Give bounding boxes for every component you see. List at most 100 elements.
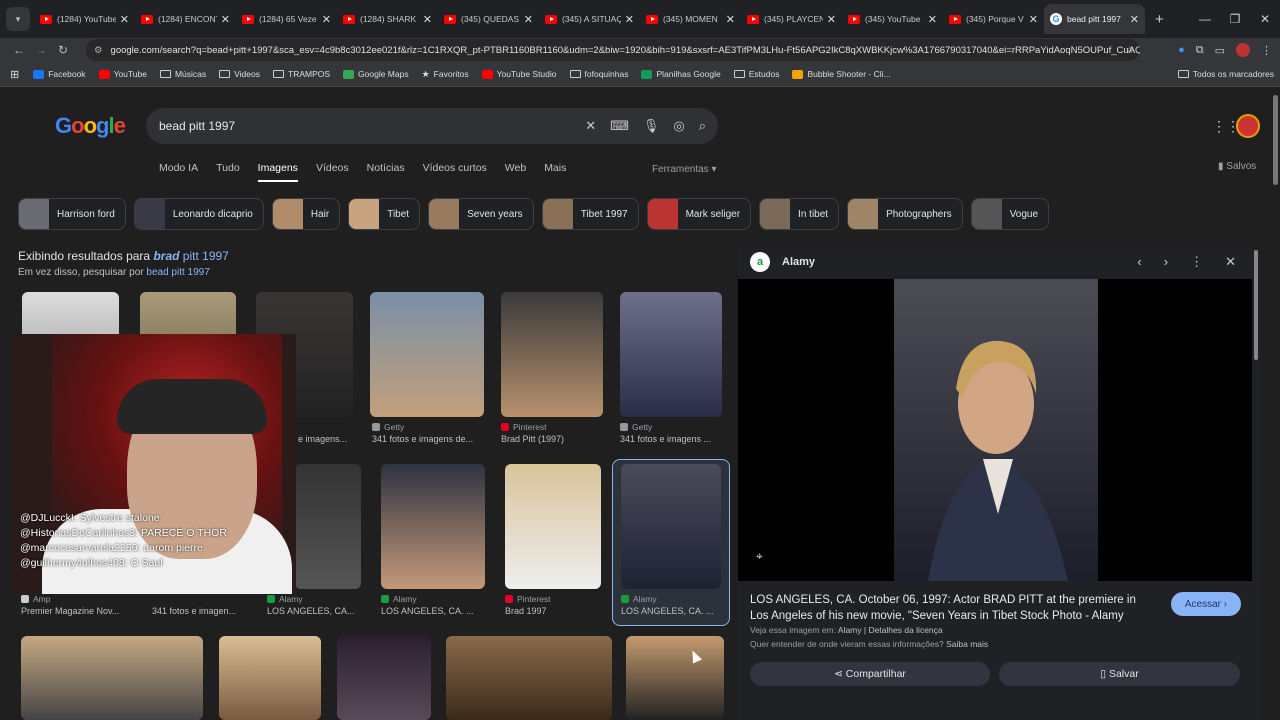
- result-image[interactable]: [621, 464, 721, 589]
- bookmark-item[interactable]: Músicas: [159, 69, 206, 80]
- bookmark-star-icon[interactable]: ☆: [1125, 45, 1134, 56]
- close-tab-icon[interactable]: ✕: [423, 13, 432, 26]
- corrected-term[interactable]: brad: [153, 249, 179, 263]
- preview-title[interactable]: LOS ANGELES, CA. October 06, 1997: Actor…: [750, 592, 1150, 624]
- tab-search-button[interactable]: ▾: [6, 7, 30, 31]
- keyboard-icon[interactable]: ⌨: [610, 118, 629, 134]
- result-image[interactable]: [21, 636, 203, 720]
- all-bookmarks[interactable]: Todos os marcadores: [1177, 69, 1274, 79]
- close-tab-icon[interactable]: ✕: [625, 13, 634, 26]
- refinement-chip[interactable]: Leonardo dicaprio: [133, 198, 264, 230]
- lens-search-icon[interactable]: ⌖: [756, 549, 763, 564]
- more-options-icon[interactable]: ⋮: [1190, 254, 1203, 270]
- result-image[interactable]: [381, 464, 485, 589]
- refinement-chip[interactable]: Hair: [271, 198, 341, 230]
- search-tab[interactable]: Mais: [544, 162, 566, 182]
- close-tab-icon[interactable]: ✕: [120, 13, 129, 26]
- result-caption[interactable]: Pinterest Brad Pitt (1997): [501, 422, 603, 444]
- address-bar[interactable]: ⚙ google.com/search?q=bead+pitt+1997&sca…: [86, 39, 1140, 61]
- search-tab[interactable]: Vídeos: [316, 162, 349, 182]
- close-tab-icon[interactable]: ✕: [726, 13, 735, 26]
- new-tab-button[interactable]: +: [1155, 11, 1164, 28]
- refinement-chip[interactable]: Vogue: [970, 198, 1050, 230]
- profile-avatar[interactable]: [1236, 43, 1250, 57]
- close-tab-icon[interactable]: ✕: [524, 13, 533, 26]
- account-avatar[interactable]: [1236, 114, 1260, 138]
- browser-tab[interactable]: (345) A SITUAÇ ✕: [539, 4, 640, 34]
- close-tab-icon[interactable]: ✕: [322, 13, 331, 26]
- next-icon[interactable]: ›: [1164, 254, 1168, 270]
- result-image[interactable]: [505, 464, 601, 589]
- lens-icon[interactable]: ◎: [673, 118, 684, 134]
- result-image[interactable]: [501, 292, 603, 417]
- browser-tab[interactable]: (1284) 65 Veze ✕: [236, 4, 337, 34]
- apps-grid-icon[interactable]: ⊞: [10, 68, 19, 81]
- extension-icon[interactable]: ●: [1178, 44, 1185, 56]
- close-tab-icon[interactable]: ✕: [221, 13, 230, 26]
- license-details-link[interactable]: Alamy | Detalhes da licença: [838, 625, 943, 635]
- forward-icon[interactable]: →: [30, 43, 52, 57]
- refinement-chip[interactable]: Harrison ford: [18, 198, 126, 230]
- close-icon[interactable]: ✕: [1225, 254, 1236, 270]
- google-logo[interactable]: Google: [55, 113, 126, 139]
- refinement-chip[interactable]: Tibet 1997: [541, 198, 639, 230]
- result-caption[interactable]: Alamy LOS ANGELES, CA. ...: [381, 594, 485, 616]
- learn-more-link[interactable]: Saiba mais: [946, 639, 988, 649]
- panel-source[interactable]: a Alamy: [750, 252, 815, 272]
- close-tab-icon[interactable]: ✕: [1130, 13, 1139, 26]
- result-image[interactable]: [219, 636, 321, 720]
- menu-dots-icon[interactable]: ⋮: [1261, 44, 1272, 57]
- search-tab[interactable]: Vídeos curtos: [423, 162, 487, 182]
- close-window-button[interactable]: ✕: [1250, 12, 1280, 26]
- corrected-rest[interactable]: pitt 1997: [183, 249, 229, 263]
- browser-tab[interactable]: (345) YouTube ✕: [842, 4, 943, 34]
- result-caption[interactable]: Alamy LOS ANGELES, CA. ...: [621, 594, 721, 616]
- bookmark-item[interactable]: Planilhas Google: [641, 69, 721, 80]
- browser-tab[interactable]: Gbead pitt 1997 ✕: [1044, 4, 1145, 34]
- result-image[interactable]: [446, 636, 612, 720]
- preview-image[interactable]: [738, 279, 1252, 581]
- close-tab-icon[interactable]: ✕: [928, 13, 937, 26]
- bookmark-item[interactable]: Google Maps: [343, 69, 409, 80]
- search-tab[interactable]: Modo IA: [159, 162, 198, 182]
- reload-icon[interactable]: ↻: [52, 43, 74, 57]
- previous-icon[interactable]: ‹: [1137, 254, 1141, 270]
- refinement-chip[interactable]: In tibet: [759, 198, 840, 230]
- result-caption[interactable]: Getty 341 fotos e imagens ...: [620, 422, 722, 444]
- search-tab[interactable]: Tudo: [216, 162, 240, 182]
- result-caption[interactable]: Alamy LOS ANGELES, CA...: [267, 594, 363, 616]
- browser-tab[interactable]: (1284) ENCONT ✕: [135, 4, 236, 34]
- bookmark-item[interactable]: fofoquinhas: [569, 69, 628, 80]
- search-tab[interactable]: Web: [505, 162, 526, 182]
- refinement-chip[interactable]: Tibet: [348, 198, 421, 230]
- tools-button[interactable]: Ferramentas ▾: [652, 164, 717, 175]
- browser-tab[interactable]: (345) MOMEN ✕: [640, 4, 741, 34]
- puzzle-icon[interactable]: ⧉: [1196, 44, 1204, 57]
- back-icon[interactable]: ←: [8, 43, 30, 57]
- bookmark-item[interactable]: Videos: [219, 69, 260, 80]
- result-image[interactable]: [620, 292, 722, 417]
- browser-tab[interactable]: (345) QUEDAS ✕: [438, 4, 539, 34]
- browser-tab[interactable]: (1284) YouTube ✕: [34, 4, 135, 34]
- bookmark-item[interactable]: YouTube: [98, 69, 147, 80]
- result-image[interactable]: [295, 464, 361, 589]
- result-caption[interactable]: Amp Premier Magazine Nov...: [21, 594, 145, 616]
- saved-button[interactable]: ▮ Salvos: [1218, 161, 1256, 172]
- search-icon[interactable]: ⌕: [699, 118, 706, 134]
- bookmark-item[interactable]: Facebook: [33, 69, 86, 80]
- search-box[interactable]: bead pitt 1997 ✕ ⌨ 🎙 ◎ ⌕: [146, 108, 718, 144]
- save-button[interactable]: ▯ Salvar: [999, 662, 1240, 686]
- result-caption[interactable]: Getty 341 fotos e imagens de...: [372, 422, 484, 444]
- search-instead-link[interactable]: bead pitt 1997: [146, 267, 209, 278]
- result-caption[interactable]: Pinterest Brad 1997: [505, 594, 601, 616]
- visit-button[interactable]: Acessar ›: [1171, 592, 1241, 616]
- result-image[interactable]: [370, 292, 484, 417]
- bookmark-item[interactable]: TRAMPOS: [273, 69, 330, 80]
- restore-button[interactable]: ❐: [1220, 12, 1250, 26]
- bookmark-item[interactable]: YouTube Studio: [481, 69, 557, 80]
- browser-tab[interactable]: (1284) SHARK ✕: [337, 4, 438, 34]
- search-tab[interactable]: Imagens: [257, 162, 298, 182]
- cast-icon[interactable]: ▭: [1215, 44, 1225, 57]
- mic-icon[interactable]: 🎙: [643, 118, 660, 134]
- refinement-chip[interactable]: Seven years: [428, 198, 534, 230]
